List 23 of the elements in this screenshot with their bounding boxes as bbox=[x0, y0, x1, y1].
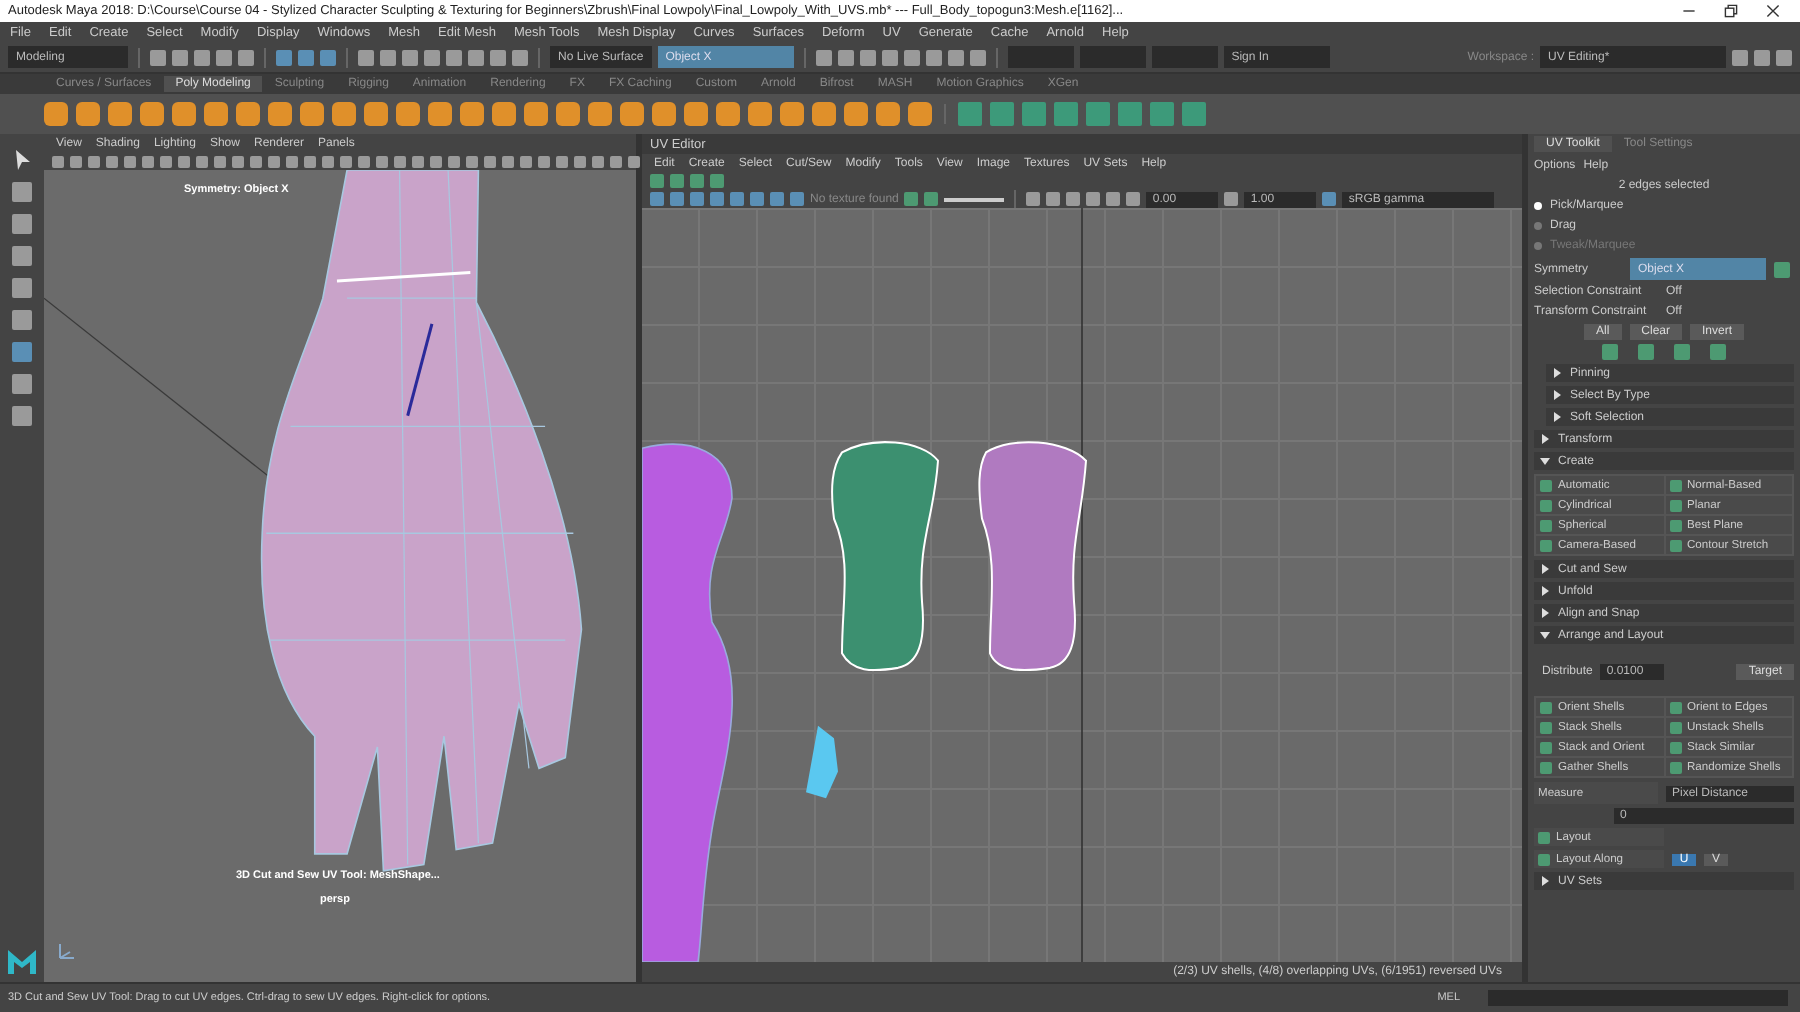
app-logo-icon bbox=[8, 950, 36, 974]
radio-button[interactable] bbox=[1534, 222, 1542, 230]
restore-icon[interactable] bbox=[1724, 4, 1738, 18]
select-arrow-icon[interactable] bbox=[12, 150, 32, 170]
collapse-arrow-icon[interactable] bbox=[1540, 630, 1550, 640]
expand-arrow-icon[interactable] bbox=[1540, 564, 1550, 574]
uv-shell-drawing[interactable] bbox=[806, 725, 838, 799]
close-icon[interactable] bbox=[1766, 4, 1780, 18]
expand-arrow-icon[interactable] bbox=[1552, 368, 1562, 378]
coordinate-field[interactable] bbox=[1151, 46, 1218, 68]
axis-icon bbox=[56, 942, 76, 962]
coordinate-field[interactable] bbox=[1079, 46, 1146, 68]
minimize-icon[interactable] bbox=[1682, 4, 1696, 18]
expand-arrow-icon[interactable] bbox=[1540, 586, 1550, 596]
collapse-arrow-icon[interactable] bbox=[1540, 456, 1550, 466]
expand-arrow-icon[interactable] bbox=[1552, 390, 1562, 400]
radio-button[interactable] bbox=[1534, 202, 1542, 210]
expand-arrow-icon[interactable] bbox=[1540, 876, 1550, 886]
command-field[interactable] bbox=[1488, 990, 1788, 1006]
expand-arrow-icon[interactable] bbox=[1540, 434, 1550, 444]
expand-arrow-icon[interactable] bbox=[1540, 608, 1550, 618]
expand-arrow-icon[interactable] bbox=[1552, 412, 1562, 422]
coordinate-field[interactable] bbox=[1007, 46, 1074, 68]
